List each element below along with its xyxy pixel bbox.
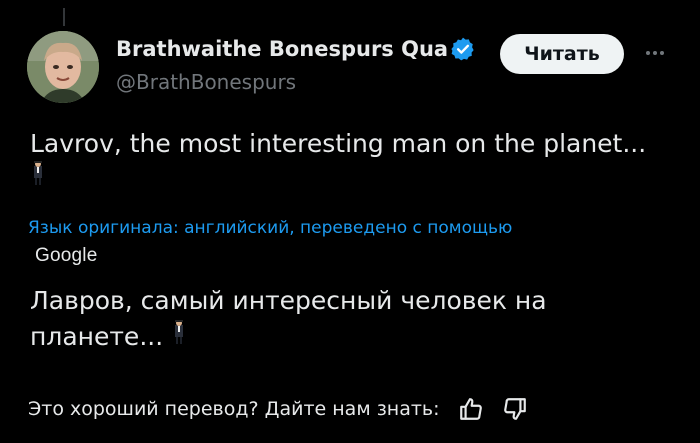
levitating-man-emoji-icon xyxy=(30,160,46,196)
feedback-prompt: Это хороший перевод? Дайте нам знать: xyxy=(28,398,440,420)
translated-body: Лавров, самый интересный человек на план… xyxy=(30,286,547,351)
translated-text: Лавров, самый интересный человек на план… xyxy=(30,283,650,357)
verified-badge-icon xyxy=(450,36,476,62)
levitating-man-emoji-icon xyxy=(171,319,187,357)
tweet-text: Lavrov, the most interesting man on the … xyxy=(30,127,680,196)
google-logo: Google xyxy=(35,245,98,266)
author-handle[interactable]: @BrathBonespurs xyxy=(116,70,296,94)
avatar[interactable] xyxy=(27,31,99,103)
author-display-name[interactable]: Brathwaithe Bonespurs Qua xyxy=(116,37,448,61)
follow-button[interactable]: Читать xyxy=(500,34,624,74)
translation-note-link[interactable]: Язык оригинала: английский, переведено с… xyxy=(28,218,512,238)
thumbs-down-icon[interactable] xyxy=(502,396,528,422)
thumbs-up-icon[interactable] xyxy=(458,396,484,422)
thread-connector-line xyxy=(63,8,65,26)
author-name-row: Brathwaithe Bonespurs Qua xyxy=(116,36,476,62)
tweet-body: Lavrov, the most interesting man on the … xyxy=(30,129,647,158)
more-options-icon[interactable] xyxy=(640,38,670,68)
translation-feedback: Это хороший перевод? Дайте нам знать: xyxy=(28,396,528,422)
